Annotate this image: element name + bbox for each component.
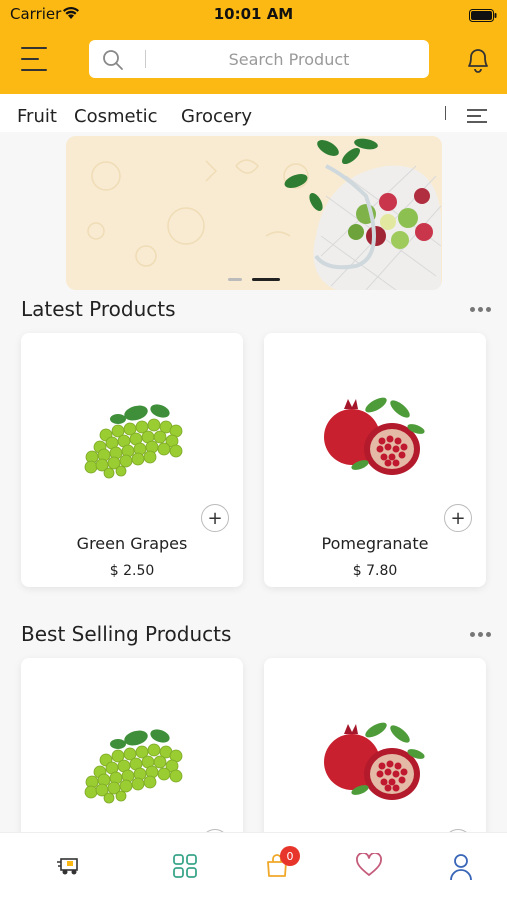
banner-dot-2[interactable]	[252, 278, 280, 281]
status-bar: Carrier 10:01 AM	[0, 0, 507, 30]
latest-more-icon[interactable]	[470, 307, 491, 312]
product-card-green-grapes[interactable]: +	[21, 658, 243, 858]
product-price: $ 2.50	[109, 563, 155, 579]
search-bar[interactable]	[89, 40, 429, 78]
battery-icon	[469, 7, 497, 26]
banner-fruit-basket-image	[66, 136, 442, 290]
green-grapes-image	[84, 404, 183, 479]
pomegranate-image	[324, 722, 425, 800]
product-card-pomegranate[interactable]: + Pomegranate $ 7.80	[264, 333, 486, 587]
status-time: 10:01 AM	[213, 5, 294, 23]
green-grapes-image	[84, 729, 183, 804]
latest-products-title: Latest Products	[21, 297, 176, 321]
category-grocery[interactable]: Grocery	[181, 106, 252, 127]
best-selling-more-icon[interactable]	[470, 632, 491, 637]
product-card-green-grapes[interactable]: + Green Grapes $ 2.50	[21, 333, 243, 587]
category-fruit[interactable]: Fruit	[17, 106, 57, 127]
pomegranate-image	[324, 397, 425, 475]
category-divider	[445, 106, 446, 120]
search-icon	[102, 49, 124, 75]
category-bar: Fruit Cosmetic Grocery	[0, 94, 507, 132]
filter-icon[interactable]	[466, 108, 488, 128]
home-icon[interactable]	[56, 853, 82, 881]
search-input[interactable]	[159, 40, 419, 78]
profile-icon[interactable]	[449, 853, 473, 885]
product-card-pomegranate[interactable]: +	[264, 658, 486, 858]
product-name: Green Grapes	[76, 534, 188, 553]
product-name: Pomegranate	[321, 534, 429, 553]
category-cosmetic[interactable]: Cosmetic	[74, 106, 158, 127]
search-divider	[145, 50, 146, 68]
add-to-cart-button[interactable]: +	[444, 504, 472, 532]
best-selling-title: Best Selling Products	[21, 622, 232, 646]
add-to-cart-button[interactable]: +	[201, 504, 229, 532]
bell-icon[interactable]	[465, 46, 491, 78]
cart-count-badge: 0	[280, 846, 300, 866]
wishlist-icon[interactable]	[356, 852, 382, 881]
product-price: $ 7.80	[352, 563, 398, 579]
categories-icon[interactable]	[172, 853, 198, 883]
promo-banner[interactable]	[66, 136, 442, 290]
menu-icon[interactable]	[21, 47, 49, 71]
bottom-nav	[0, 832, 507, 900]
banner-dot-1[interactable]	[228, 278, 242, 281]
app-header: Carrier 10:01 AM	[0, 0, 507, 94]
